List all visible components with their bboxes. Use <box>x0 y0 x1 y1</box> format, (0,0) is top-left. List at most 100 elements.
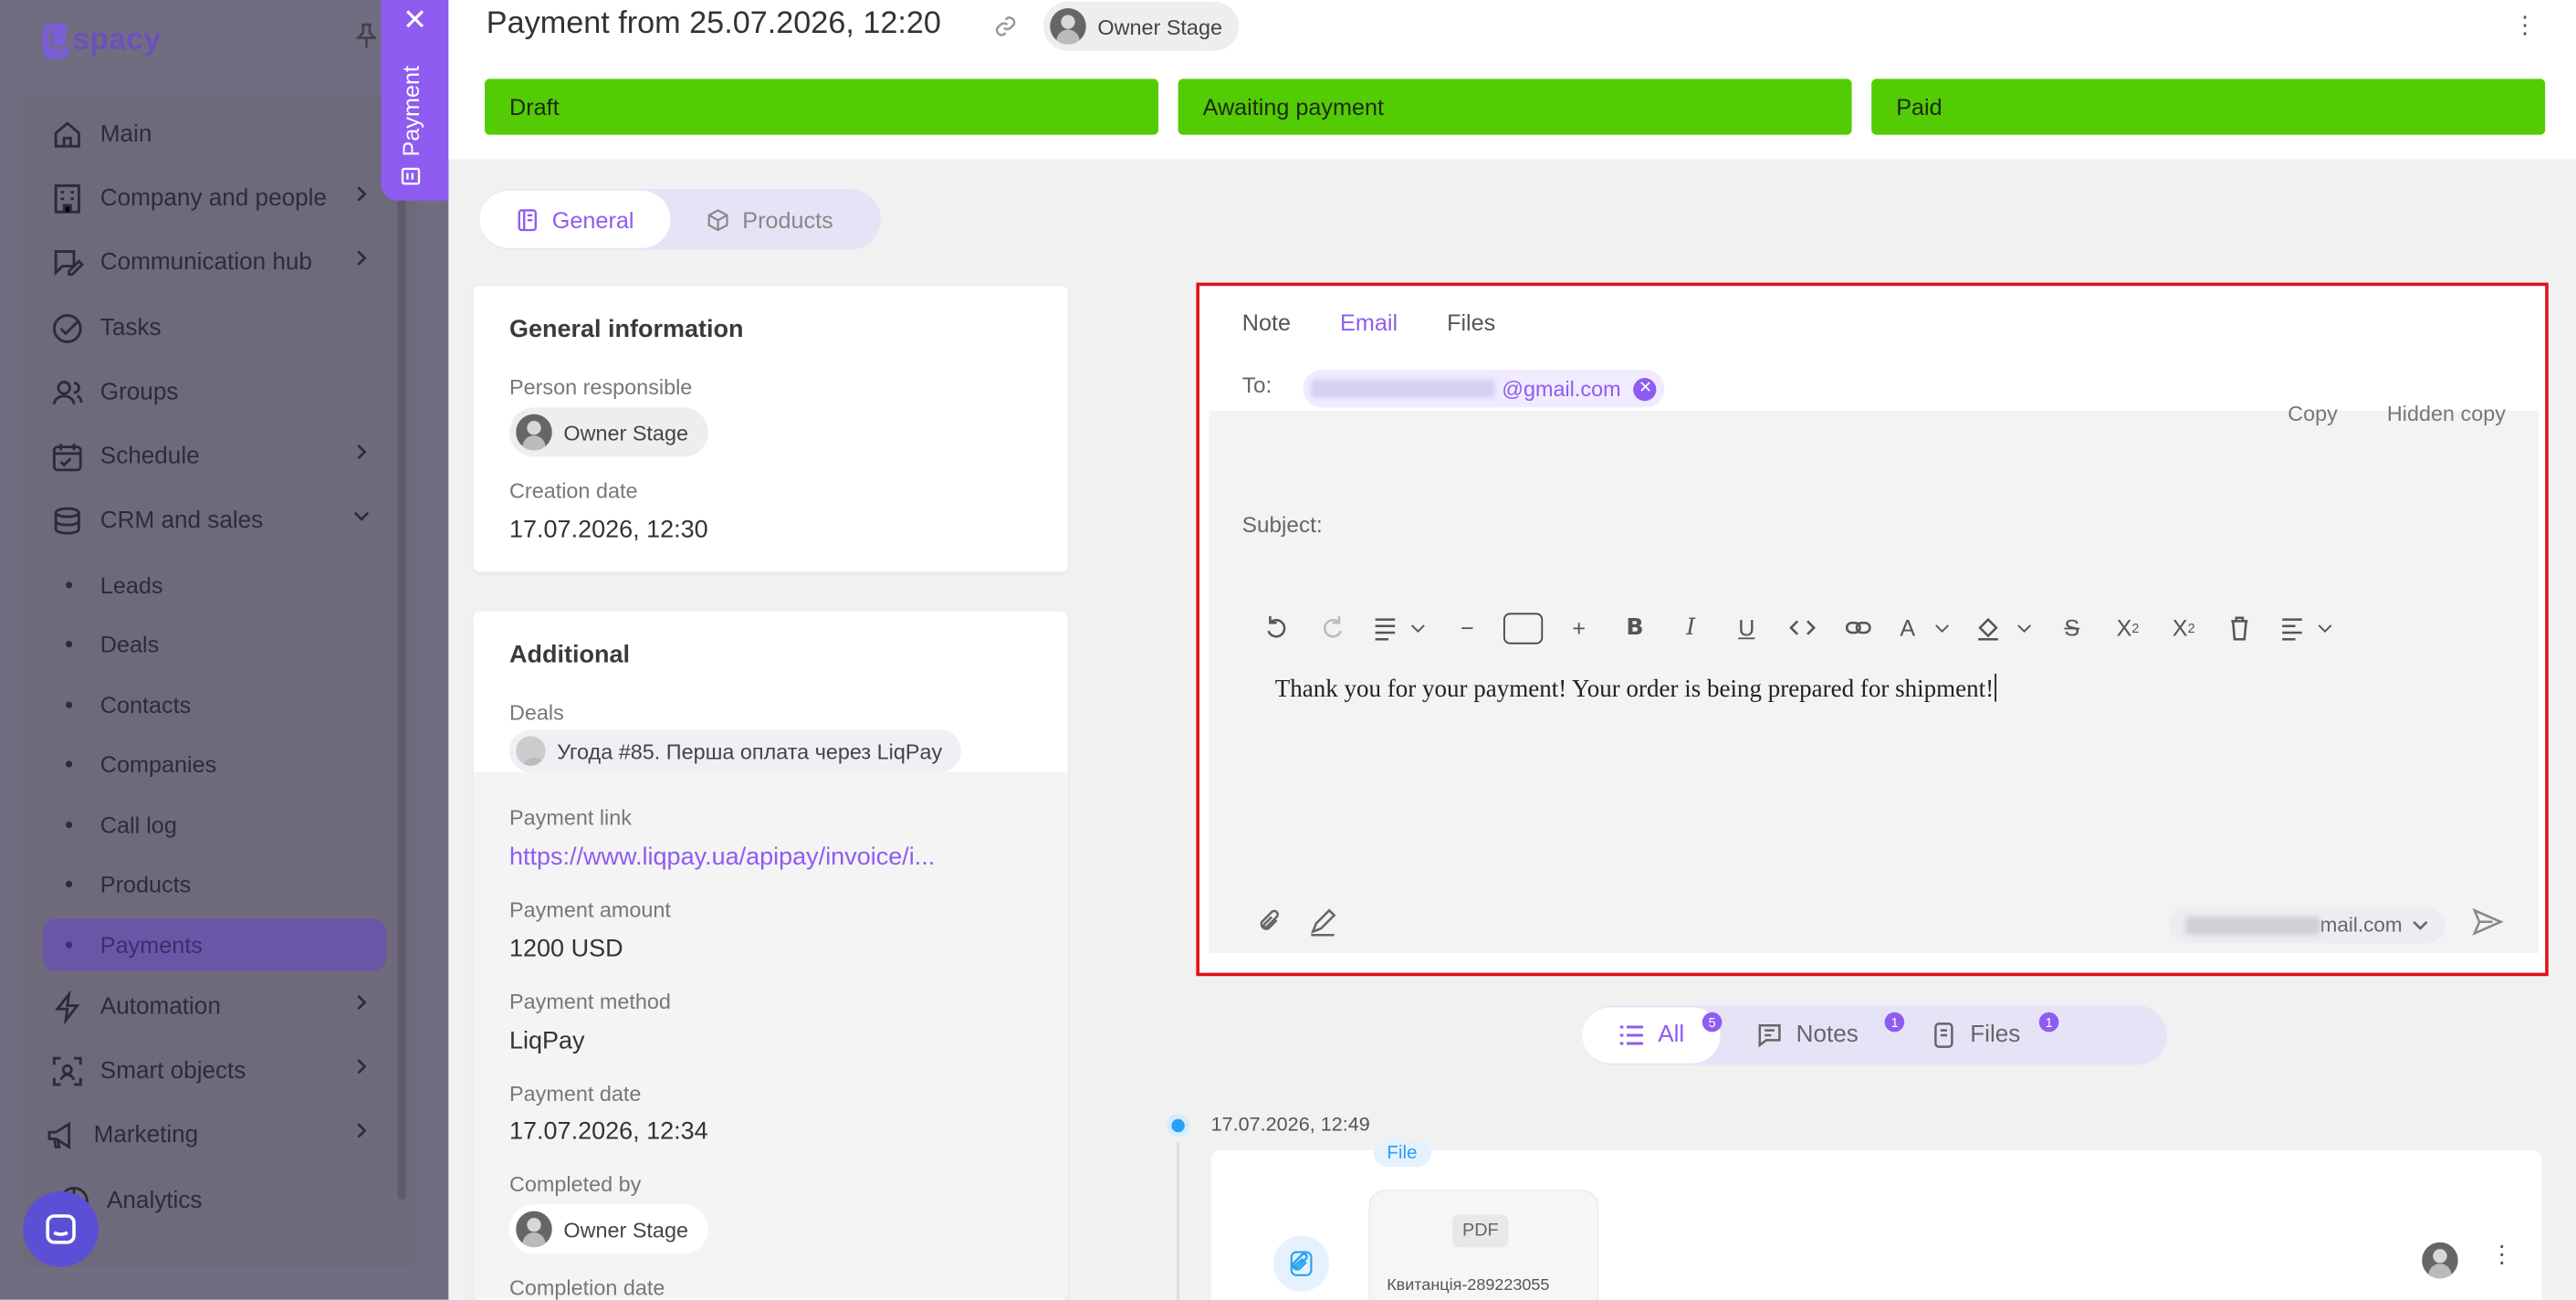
responsible-name: Owner Stage <box>563 419 688 445</box>
sidebar-subitem-leads[interactable]: Leads <box>43 559 386 612</box>
bcc-button[interactable]: Hidden copy <box>2387 401 2506 425</box>
timeline-filter-tabs: All 5 Notes 1 Files 1 <box>1582 1005 2168 1065</box>
field-label: Payment method <box>509 989 671 1014</box>
font-size-increase-icon[interactable]: + <box>1551 608 1607 647</box>
more-options-icon[interactable]: · · · <box>2497 1233 2507 1276</box>
font-size-decrease-icon[interactable]: − <box>1440 608 1495 647</box>
close-icon[interactable]: ✕ <box>403 4 427 37</box>
code-icon[interactable] <box>1775 608 1830 647</box>
responsible-chip[interactable]: Owner Stage <box>509 407 708 457</box>
chevron-right-icon <box>357 444 367 460</box>
filter-all[interactable]: All 5 <box>1582 1007 1723 1064</box>
paperclip-icon[interactable] <box>1255 907 1284 937</box>
link-icon[interactable] <box>992 13 1019 47</box>
sidebar-item-label: Tasks <box>99 315 162 342</box>
strikethrough-icon[interactable]: S <box>2044 608 2100 647</box>
sidebar-subitem-call-log[interactable]: Call log <box>43 799 386 852</box>
payment-side-tab[interactable]: ✕ Payment <box>381 0 449 201</box>
stage-draft[interactable]: Draft <box>485 79 1158 135</box>
avatar <box>516 414 552 451</box>
sidebar-subitem-payments[interactable]: Payments <box>42 918 387 971</box>
tab-products[interactable]: Products <box>670 191 869 248</box>
tab-email[interactable]: Email <box>1340 309 1398 335</box>
file-name: Квитанція-289223055 <box>1387 1276 1550 1295</box>
field-label: Completed by <box>509 1171 642 1197</box>
bold-icon[interactable]: B <box>1607 608 1662 647</box>
text-color-select[interactable]: A <box>1886 608 1964 647</box>
sidebar-item-label: Communication hub <box>99 249 312 277</box>
superscript-icon[interactable]: X2 <box>2156 608 2212 647</box>
tab-note[interactable]: Note <box>1242 309 1291 335</box>
attachment-tools <box>1255 907 1337 937</box>
filter-notes[interactable]: Notes 1 <box>1721 1007 1905 1063</box>
subscript-icon[interactable]: X2 <box>2100 608 2155 647</box>
clear-format-icon[interactable] <box>2212 608 2267 647</box>
sidebar-item-automation[interactable]: Automation <box>49 981 386 1034</box>
highlight-color-select[interactable] <box>1965 608 2044 647</box>
detail-tabs: General Products <box>479 189 881 250</box>
sidebar-scrollbar[interactable] <box>397 66 406 1200</box>
tab-general[interactable]: General <box>479 190 671 248</box>
cc-button[interactable]: Copy <box>2288 401 2338 425</box>
email-body-editor[interactable]: Thank you for your payment! Your order i… <box>1275 674 1997 705</box>
card-heading: General information <box>509 315 744 344</box>
font-size-input[interactable] <box>1495 608 1551 647</box>
stage-paid[interactable]: Paid <box>1871 79 2546 135</box>
sidebar-subitem-companies[interactable]: Companies <box>43 738 386 791</box>
sidebar-item-crm[interactable]: CRM and sales <box>49 495 386 548</box>
redacted-sender <box>2185 916 2320 935</box>
sidebar-item-label: Smart objects <box>99 1058 246 1085</box>
more-options-icon[interactable]: · · · <box>2520 5 2529 47</box>
sidebar-item-groups[interactable]: Groups <box>49 366 386 419</box>
sidebar-item-tasks[interactable]: Tasks <box>49 302 386 355</box>
signature-icon[interactable] <box>1308 907 1337 937</box>
align-select[interactable] <box>2267 608 2346 647</box>
app-root: spacy Main Company and people Communicat… <box>0 0 2576 1300</box>
field-label: Creation date <box>509 477 638 503</box>
chevron-right-icon <box>357 1123 367 1138</box>
sidebar-item-communication[interactable]: Communication hub <box>49 236 386 289</box>
remove-recipient-icon[interactable]: ✕ <box>1633 377 1658 401</box>
entity-header: Payment from 25.07.2026, 12:20 Owner Sta… <box>448 0 2576 160</box>
chat-icon <box>46 1214 76 1244</box>
logo[interactable]: spacy <box>42 23 161 59</box>
document-icon <box>401 167 421 185</box>
payment-link[interactable]: https://www.liqpay.ua/apipay/invoice/i..… <box>509 843 935 871</box>
send-icon[interactable] <box>2471 906 2504 947</box>
stage-awaiting-payment[interactable]: Awaiting payment <box>1178 79 1852 135</box>
recipient-chip[interactable]: @gmail.com ✕ <box>1303 370 1666 408</box>
support-chat-button[interactable] <box>23 1191 99 1267</box>
sidebar-item-label: Groups <box>99 379 179 406</box>
paint-bucket-icon <box>1978 617 1998 641</box>
pin-icon[interactable] <box>355 23 378 54</box>
tab-files[interactable]: Files <box>1447 309 1495 335</box>
redo-icon[interactable] <box>1304 608 1360 647</box>
pdf-attachment[interactable]: PDF Квитанція-289223055 <box>1368 1190 1599 1300</box>
filter-files[interactable]: Files 1 <box>1894 1007 2059 1063</box>
sidebar-item-company[interactable]: Company and people <box>49 173 386 225</box>
deal-chip[interactable]: Угода #85. Перша оплата через LiqPay <box>509 729 962 772</box>
sender-select[interactable]: mail.com <box>2169 907 2445 944</box>
italic-icon[interactable]: I <box>1663 608 1719 647</box>
sidebar-subitem-deals[interactable]: Deals <box>43 618 386 671</box>
completed-by-chip[interactable]: Owner Stage <box>509 1204 708 1254</box>
link-icon[interactable] <box>1830 608 1886 647</box>
sidebar-item-main[interactable]: Main <box>49 109 386 162</box>
owner-chip[interactable]: Owner Stage <box>1043 1 1239 51</box>
sidebar-item-smart-objects[interactable]: Smart objects <box>49 1045 386 1098</box>
sidebar-item-marketing[interactable]: Marketing <box>43 1109 380 1162</box>
chat-edit-icon <box>49 245 86 281</box>
sidebar-subitem-label: Companies <box>99 750 217 778</box>
undo-icon[interactable] <box>1249 608 1304 647</box>
underline-icon[interactable]: U <box>1719 608 1775 647</box>
payment-method-value: LiqPay <box>509 1027 585 1055</box>
bullet <box>66 701 73 708</box>
sidebar-item-analytics[interactable]: Analytics <box>56 1175 393 1228</box>
sidebar-subitem-products[interactable]: Products <box>43 858 386 911</box>
sidebar-item-label: Company and people <box>99 185 327 213</box>
paragraph-format-select[interactable] <box>1360 608 1439 647</box>
sidebar-item-schedule[interactable]: Schedule <box>49 431 386 484</box>
sidebar-subitem-label: Leads <box>99 571 163 599</box>
sidebar-subitem-contacts[interactable]: Contacts <box>43 678 386 731</box>
recipient-suffix: @gmail.com <box>1502 376 1621 402</box>
